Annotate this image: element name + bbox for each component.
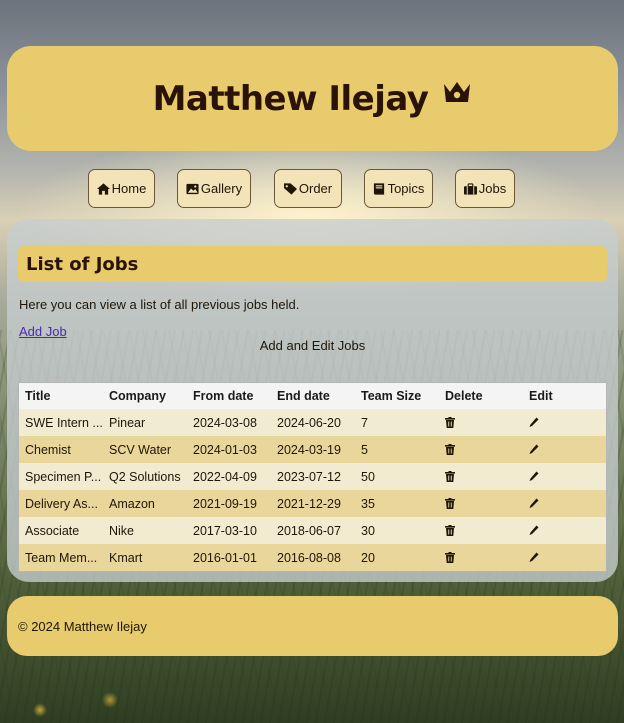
- header-company: Company: [103, 383, 187, 409]
- header-title: Title: [19, 383, 103, 409]
- add-job-link[interactable]: Add Job: [19, 324, 67, 339]
- nav-topics-button[interactable]: Topics: [364, 169, 433, 208]
- pencil-icon[interactable]: [529, 552, 539, 563]
- delete-cell: [439, 544, 523, 571]
- job-company: Nike: [103, 517, 187, 544]
- site-header: Matthew Ilejay: [7, 46, 618, 151]
- briefcase-icon: [463, 182, 477, 195]
- nav-order-label: Order: [298, 181, 333, 196]
- nav-order-button[interactable]: Order: [274, 169, 342, 208]
- trash-icon[interactable]: [445, 471, 455, 482]
- section-title: List of Jobs: [26, 253, 139, 275]
- job-end-date: 2016-08-08: [271, 544, 355, 571]
- job-end-date: 2018-06-07: [271, 517, 355, 544]
- intro-text: Here you can view a list of all previous…: [19, 297, 300, 312]
- job-end-date: 2024-06-20: [271, 409, 355, 436]
- job-company: SCV Water: [103, 436, 187, 463]
- job-title: Team Mem...: [19, 544, 103, 571]
- edit-cell: [523, 490, 606, 517]
- job-end-date: 2021-12-29: [271, 490, 355, 517]
- job-title: Associate: [19, 517, 103, 544]
- job-title: SWE Intern ...: [19, 409, 103, 436]
- job-from-date: 2017-03-10: [187, 517, 271, 544]
- nav-topics-label: Topics: [387, 181, 425, 196]
- jobs-panel: List of Jobs Here you can view a list of…: [7, 219, 618, 582]
- job-from-date: 2021-09-19: [187, 490, 271, 517]
- header-team-size: Team Size: [355, 383, 439, 409]
- section-title-bar: List of Jobs: [18, 246, 607, 282]
- table-row: Team Mem... Kmart 2016-01-01 2016-08-08 …: [19, 544, 606, 571]
- nav-jobs-button[interactable]: Jobs: [455, 169, 515, 208]
- book-icon: [373, 182, 384, 195]
- delete-cell: [439, 517, 523, 544]
- delete-cell: [439, 436, 523, 463]
- jobs-table: Title Company From date End date Team Si…: [19, 383, 606, 571]
- job-title: Delivery As...: [19, 490, 103, 517]
- trash-icon[interactable]: [445, 498, 455, 509]
- job-team-size: 30: [355, 517, 439, 544]
- trash-icon[interactable]: [445, 444, 455, 455]
- table-row: Chemist SCV Water 2024-01-03 2024-03-19 …: [19, 436, 606, 463]
- home-icon: [96, 182, 110, 195]
- pencil-icon[interactable]: [529, 471, 539, 482]
- trash-icon[interactable]: [445, 552, 455, 563]
- edit-cell: [523, 409, 606, 436]
- table-header-row: Title Company From date End date Team Si…: [19, 383, 606, 409]
- edit-cell: [523, 436, 606, 463]
- tag-icon: [283, 182, 297, 195]
- header-edit: Edit: [523, 383, 606, 409]
- table-caption: Add and Edit Jobs: [259, 338, 366, 353]
- job-title: Specimen P...: [19, 463, 103, 490]
- job-company: Q2 Solutions: [103, 463, 187, 490]
- crown-icon: [442, 80, 472, 106]
- job-team-size: 35: [355, 490, 439, 517]
- edit-cell: [523, 517, 606, 544]
- job-team-size: 50: [355, 463, 439, 490]
- job-end-date: 2023-07-12: [271, 463, 355, 490]
- delete-cell: [439, 409, 523, 436]
- trash-icon[interactable]: [445, 525, 455, 536]
- job-end-date: 2024-03-19: [271, 436, 355, 463]
- nav-gallery-button[interactable]: Gallery: [177, 169, 251, 208]
- nav-home-button[interactable]: Home: [88, 169, 155, 208]
- table-row: Specimen P... Q2 Solutions 2022-04-09 20…: [19, 463, 606, 490]
- pencil-icon[interactable]: [529, 498, 539, 509]
- job-company: Amazon: [103, 490, 187, 517]
- job-company: Kmart: [103, 544, 187, 571]
- site-footer: © 2024 Matthew Ilejay: [7, 596, 618, 656]
- main-nav: Home Gallery Order Topics Jobs: [0, 169, 624, 209]
- table-row: Associate Nike 2017-03-10 2018-06-07 30: [19, 517, 606, 544]
- job-title: Chemist: [19, 436, 103, 463]
- header-delete: Delete: [439, 383, 523, 409]
- jobs-table-container[interactable]: Title Company From date End date Team Si…: [18, 382, 607, 572]
- site-title: Matthew Ilejay: [152, 78, 429, 119]
- pencil-icon[interactable]: [529, 525, 539, 536]
- job-from-date: 2024-01-03: [187, 436, 271, 463]
- job-company: Pinear: [103, 409, 187, 436]
- table-row: SWE Intern ... Pinear 2024-03-08 2024-06…: [19, 409, 606, 436]
- job-team-size: 7: [355, 409, 439, 436]
- nav-home-label: Home: [111, 181, 147, 196]
- edit-cell: [523, 463, 606, 490]
- nav-gallery-label: Gallery: [200, 181, 243, 196]
- table-row: Delivery As... Amazon 2021-09-19 2021-12…: [19, 490, 606, 517]
- delete-cell: [439, 463, 523, 490]
- edit-cell: [523, 544, 606, 571]
- delete-cell: [439, 490, 523, 517]
- pencil-icon[interactable]: [529, 444, 539, 455]
- job-from-date: 2022-04-09: [187, 463, 271, 490]
- job-team-size: 20: [355, 544, 439, 571]
- job-from-date: 2024-03-08: [187, 409, 271, 436]
- pencil-icon[interactable]: [529, 417, 539, 428]
- footer-copyright: © 2024 Matthew Ilejay: [18, 618, 147, 634]
- header-from-date: From date: [187, 383, 271, 409]
- trash-icon[interactable]: [445, 417, 455, 428]
- job-team-size: 5: [355, 436, 439, 463]
- job-from-date: 2016-01-01: [187, 544, 271, 571]
- nav-jobs-label: Jobs: [478, 181, 507, 196]
- image-icon: [186, 183, 199, 194]
- header-end-date: End date: [271, 383, 355, 409]
